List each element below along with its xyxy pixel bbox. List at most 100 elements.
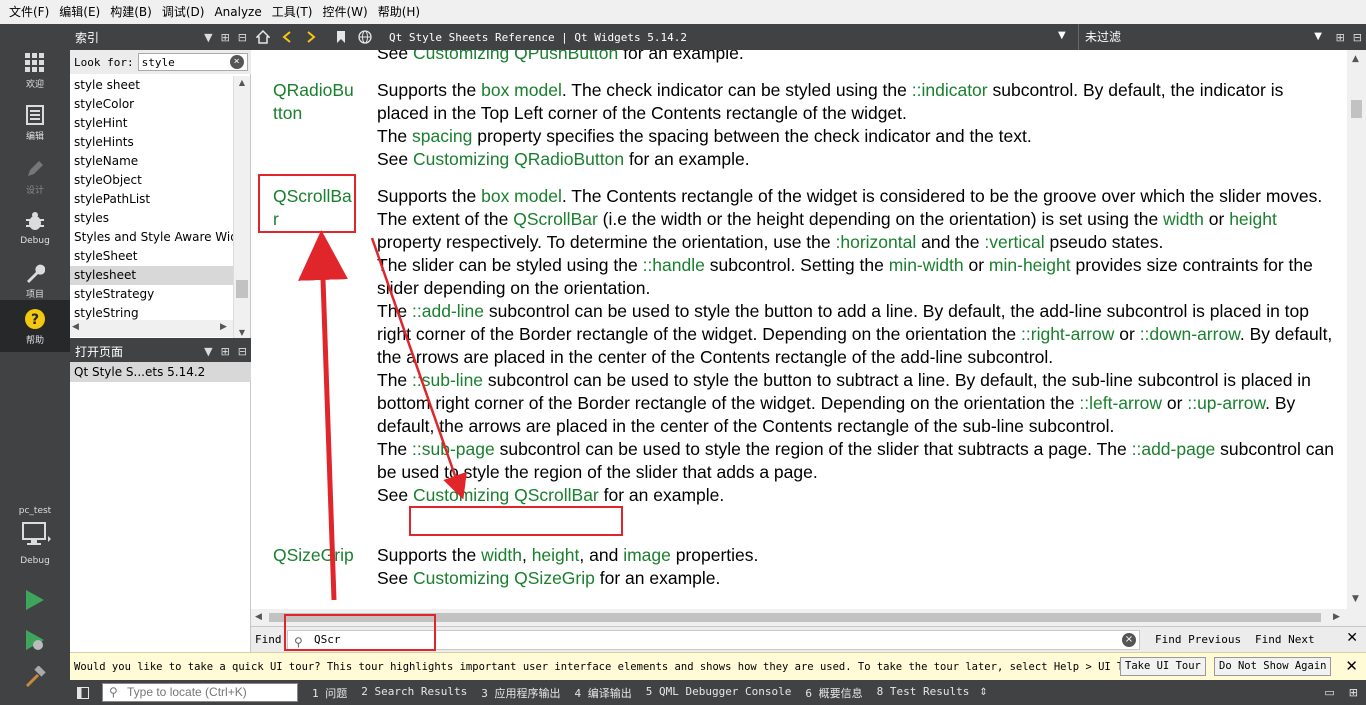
link[interactable]: ::left-arrow <box>1079 393 1162 413</box>
debug-run-icon[interactable] <box>24 628 46 655</box>
monitor-icon[interactable] <box>22 522 52 551</box>
index-item[interactable]: style sheet <box>70 76 235 95</box>
index-item[interactable]: styleStrategy <box>70 285 235 304</box>
close-panel-icon[interactable]: ⊟ <box>1353 31 1362 44</box>
link[interactable]: ::handle <box>643 255 705 275</box>
split-icon[interactable]: ⊞ <box>221 31 230 44</box>
link[interactable]: ::down-arrow <box>1140 324 1240 344</box>
toggle-sidebar-icon[interactable] <box>70 680 96 705</box>
split-icon[interactable]: ⊞ <box>1349 686 1358 699</box>
look-for-input[interactable]: style × <box>137 53 248 71</box>
split-icon[interactable]: ⊞ <box>1336 31 1345 44</box>
link[interactable]: width <box>481 545 522 565</box>
menu-item[interactable]: 控件(W) <box>317 0 372 24</box>
index-item[interactable]: styleSheet <box>70 247 235 266</box>
chevron-down-icon[interactable]: ▼ <box>204 345 212 358</box>
mode-welcome[interactable]: 欢迎 <box>0 44 70 96</box>
mode-design[interactable]: 设计 <box>0 150 70 202</box>
link[interactable]: Customizing QPushButton <box>413 50 618 63</box>
open-page-item[interactable]: Qt Style S...ets 5.14.2 <box>70 362 251 382</box>
index-item[interactable]: stylePathList <box>70 190 235 209</box>
index-item[interactable]: styles <box>70 209 235 228</box>
menu-item[interactable]: 帮助(H) <box>373 0 425 24</box>
link[interactable]: Customizing QRadioButton <box>413 149 624 169</box>
back-icon[interactable] <box>275 24 299 50</box>
scroll-right-icon[interactable]: ▶ <box>220 322 227 332</box>
link[interactable]: Customizing QSizeGrip <box>413 568 595 588</box>
link[interactable]: ::add-line <box>412 301 484 321</box>
output-tab[interactable]: 3 应用程序输出 <box>481 685 560 701</box>
home-icon[interactable] <box>251 24 275 50</box>
progress-icon[interactable]: ▭ <box>1324 686 1334 699</box>
index-item[interactable]: stylesheet <box>70 266 235 285</box>
menu-item[interactable]: Analyze <box>209 0 266 24</box>
take-tour-button[interactable]: Take UI Tour <box>1120 657 1206 676</box>
close-icon[interactable]: ✕ <box>1346 630 1358 646</box>
scroll-left-icon[interactable]: ◀ <box>72 322 79 332</box>
scroll-thumb[interactable] <box>236 280 248 298</box>
link[interactable]: QScrollBar <box>513 209 598 229</box>
link[interactable]: ::add-page <box>1132 439 1216 459</box>
close-panel-icon[interactable]: ⊟ <box>238 345 247 358</box>
locator-input[interactable]: ⚲ Type to locate (Ctrl+K) <box>102 683 298 702</box>
link[interactable]: ::sub-page <box>412 439 495 459</box>
mode-projects[interactable]: 项目 <box>0 254 70 306</box>
index-item[interactable]: styleName <box>70 152 235 171</box>
updown-icon[interactable]: ⇕ <box>979 687 987 698</box>
scroll-down-icon[interactable]: ▼ <box>1352 594 1359 604</box>
link[interactable]: spacing <box>412 126 472 146</box>
link[interactable]: width <box>1163 209 1204 229</box>
link[interactable]: ::sub-line <box>412 370 483 390</box>
clear-icon[interactable]: × <box>229 55 244 69</box>
output-tab[interactable]: 8 Test Results <box>877 685 970 701</box>
menu-item[interactable]: 工具(T) <box>267 0 318 24</box>
link[interactable]: height <box>1229 209 1277 229</box>
index-item[interactable]: styleObject <box>70 171 235 190</box>
scroll-left-icon[interactable]: ◀ <box>255 612 262 622</box>
mode-help[interactable]: ? 帮助 <box>0 300 70 352</box>
forward-icon[interactable] <box>299 24 323 50</box>
output-tab[interactable]: 6 概要信息 <box>805 685 862 701</box>
index-item[interactable]: styleHints <box>70 133 235 152</box>
bookmark-icon[interactable] <box>329 24 353 50</box>
scroll-thumb[interactable] <box>1351 100 1362 118</box>
link[interactable]: :horizontal <box>836 232 917 252</box>
link[interactable]: min-width <box>889 255 964 275</box>
doc-vscrollbar[interactable]: ▲ ▼ <box>1347 50 1366 609</box>
chevron-down-icon[interactable]: ▼ <box>204 31 212 44</box>
index-item[interactable]: styleColor <box>70 95 235 114</box>
scroll-up-icon[interactable]: ▲ <box>234 78 250 92</box>
dont-show-again-button[interactable]: Do Not Show Again <box>1214 657 1332 676</box>
index-item[interactable]: Styles and Style Aware Widg <box>70 228 235 247</box>
entry-key[interactable]: QRadioButton <box>273 79 357 125</box>
split-icon[interactable]: ⊞ <box>221 345 230 358</box>
mode-edit[interactable]: 编辑 <box>0 96 70 148</box>
close-icon[interactable]: ✕ <box>1345 657 1358 675</box>
index-scrollbar[interactable]: ▲ ▼ <box>233 76 250 344</box>
filter-select[interactable]: 未过滤 ▼ <box>1078 24 1328 50</box>
entry-key[interactable]: QSizeGrip <box>273 544 357 567</box>
link[interactable]: height <box>532 545 580 565</box>
link[interactable]: :vertical <box>984 232 1044 252</box>
globe-icon[interactable] <box>353 24 377 50</box>
mode-debug[interactable]: Debug <box>0 202 70 254</box>
link[interactable]: min-height <box>989 255 1071 275</box>
menu-item[interactable]: 调试(D) <box>157 0 210 24</box>
chevron-down-icon[interactable]: ▼ <box>1058 30 1066 41</box>
close-panel-icon[interactable]: ⊟ <box>238 31 247 44</box>
hammer-icon[interactable] <box>24 665 46 691</box>
output-tab[interactable]: 2 Search Results <box>361 685 467 701</box>
scroll-up-icon[interactable]: ▲ <box>1352 54 1359 64</box>
link[interactable]: box model <box>481 80 562 100</box>
scroll-right-icon[interactable]: ▶ <box>1333 612 1340 622</box>
output-tab[interactable]: 4 编译输出 <box>574 685 631 701</box>
link[interactable]: ::right-arrow <box>1021 324 1114 344</box>
link[interactable]: ::indicator <box>912 80 988 100</box>
link[interactable]: image <box>623 545 671 565</box>
link[interactable]: Customizing QScrollBar <box>413 485 599 505</box>
output-tab[interactable]: 5 QML Debugger Console <box>646 685 792 701</box>
output-tab[interactable]: 1 问题 <box>312 685 347 701</box>
run-icon[interactable] <box>24 588 46 615</box>
menu-item[interactable]: 文件(F) <box>4 0 54 24</box>
clear-icon[interactable]: × <box>1122 633 1136 647</box>
